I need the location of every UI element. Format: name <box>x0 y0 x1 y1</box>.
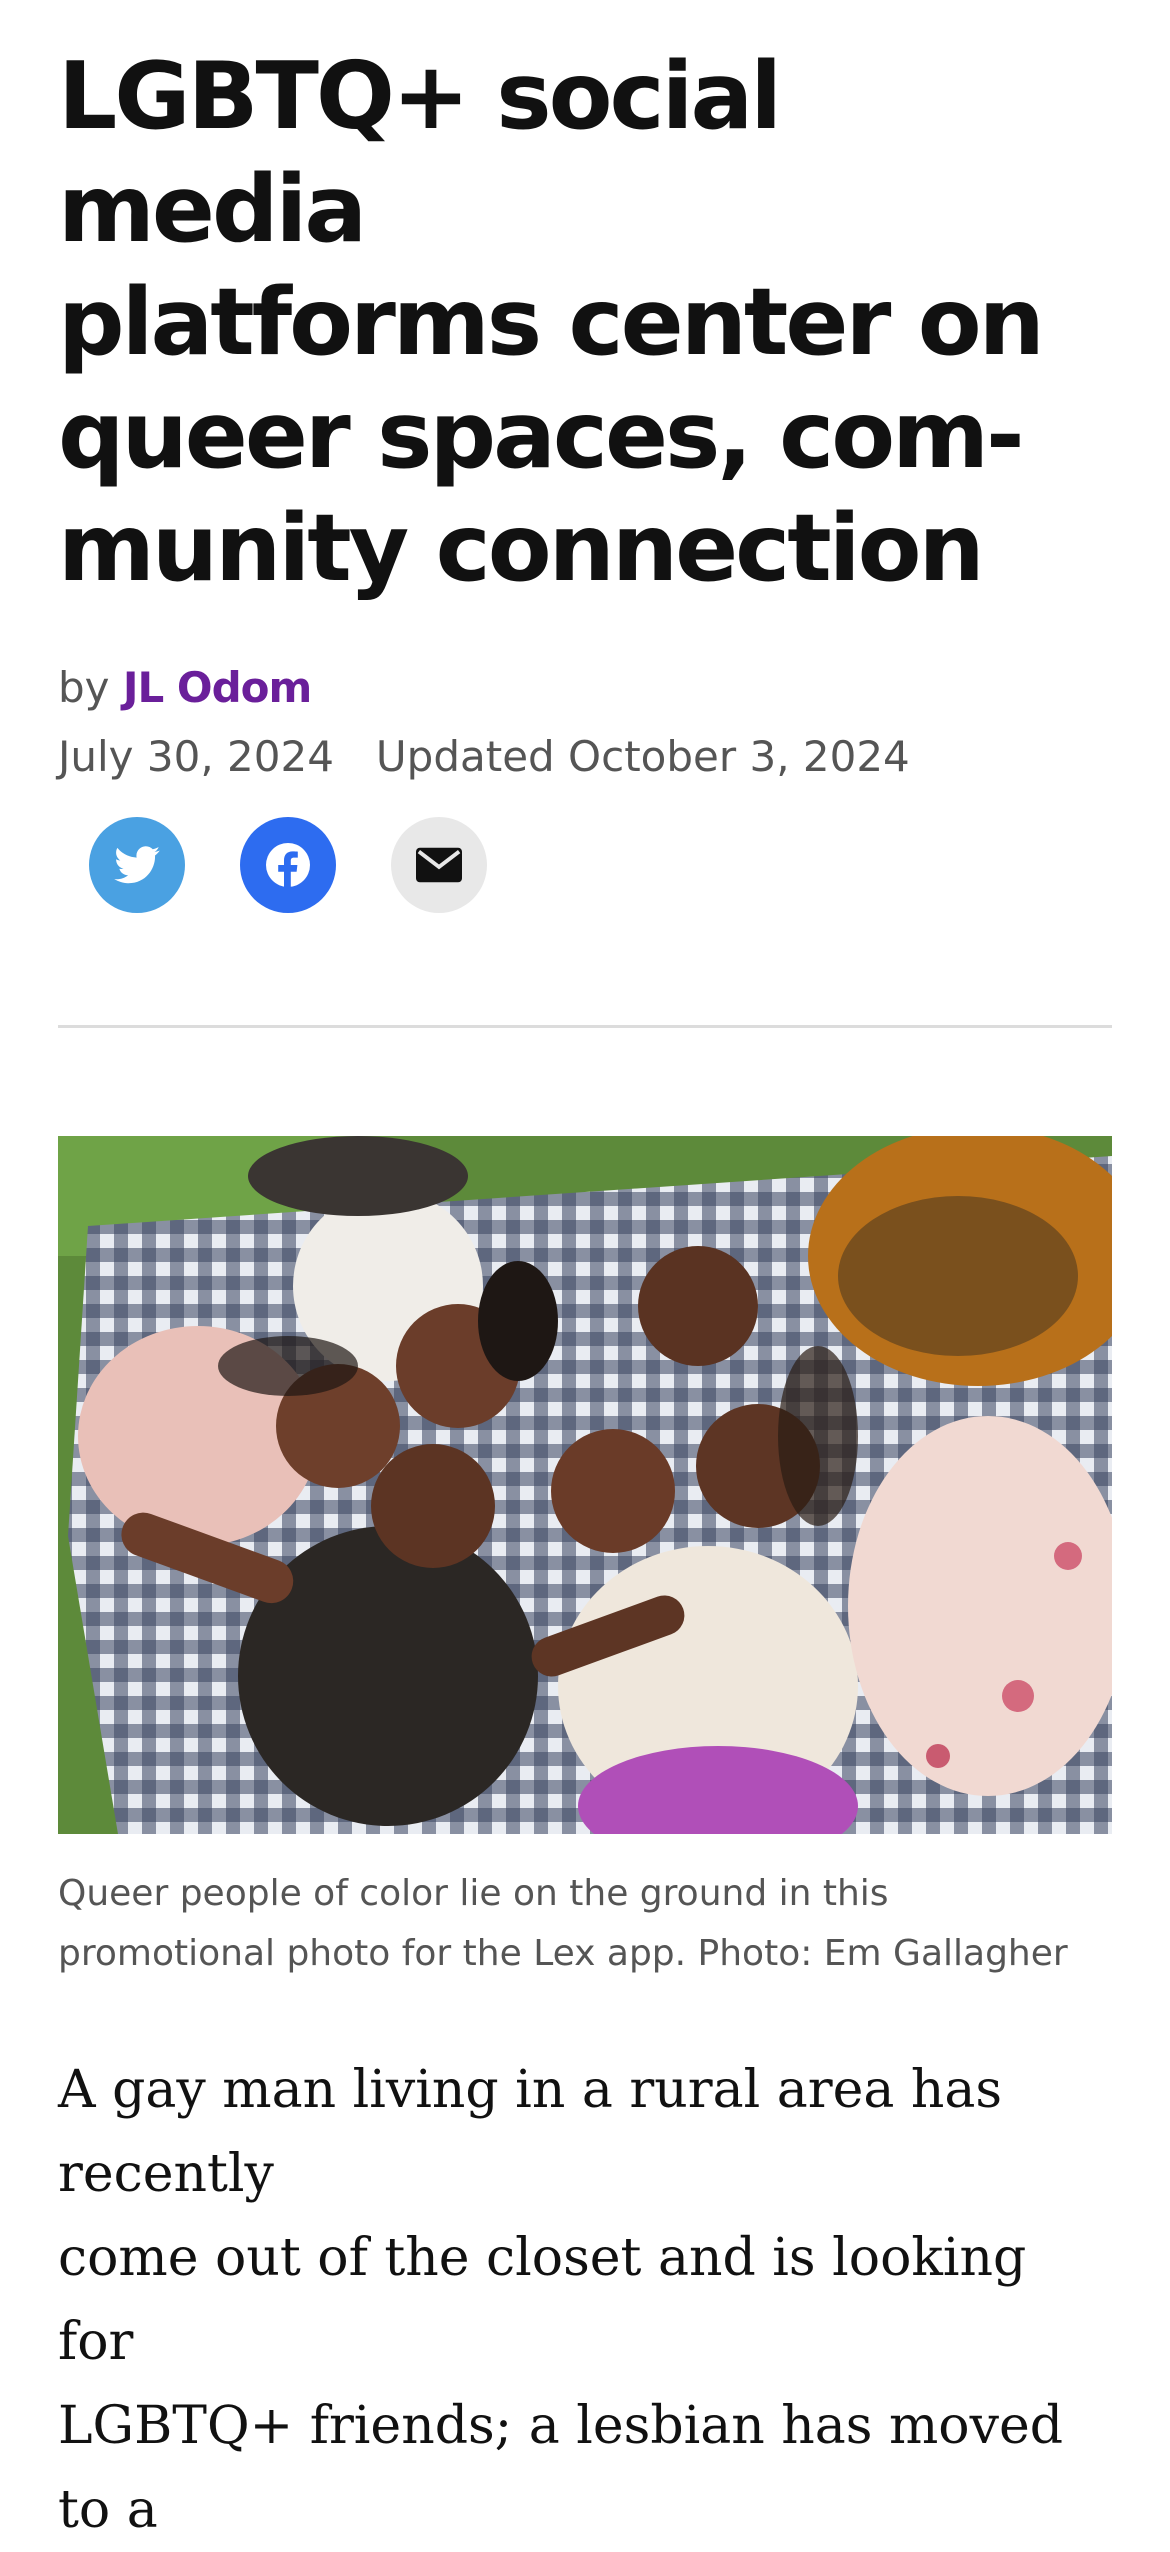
email-icon <box>416 847 462 883</box>
email-share-button[interactable] <box>391 817 487 913</box>
share-buttons <box>58 817 1112 913</box>
body-line: LGBTQ+ friends; a lesbian has moved to a <box>58 2396 1064 2540</box>
caption-line: Queer people of color lie on the ground … <box>58 1873 889 1914</box>
article-body: A gay man living in a rural area has rec… <box>58 2048 1112 2552</box>
twitter-share-button[interactable] <box>89 817 185 913</box>
divider <box>58 1025 1112 1028</box>
article: LGBTQ+ social media platforms center on … <box>0 0 1170 2552</box>
facebook-icon <box>266 843 310 889</box>
headline-line: queer spaces, com- <box>58 381 1025 489</box>
headline-line: platforms center on <box>58 268 1045 376</box>
author-link[interactable]: JL Odom <box>123 663 312 712</box>
byline-prefix: by <box>58 663 110 712</box>
headline-line: LGBTQ+ social media <box>58 42 782 263</box>
article-photo <box>58 1136 1112 1834</box>
twitter-icon <box>114 846 160 884</box>
caption-line: promotional photo for the Lex app. Photo… <box>58 1933 1068 1974</box>
headline: LGBTQ+ social media platforms center on … <box>58 0 1112 605</box>
facebook-share-button[interactable] <box>240 817 336 913</box>
body-line: come out of the closet and is looking fo… <box>58 2228 1027 2372</box>
published-date: July 30, 2024 <box>58 732 334 781</box>
body-line: A gay man living in a rural area has rec… <box>58 2060 1003 2204</box>
updated-date: Updated October 3, 2024 <box>375 732 910 781</box>
headline-line: munity connection <box>58 494 985 602</box>
article-dates: July 30, 2024 Updated October 3, 2024 <box>58 732 1112 781</box>
image-caption: Queer people of color lie on the ground … <box>58 1864 1112 1984</box>
byline: by JL Odom <box>58 663 1112 712</box>
